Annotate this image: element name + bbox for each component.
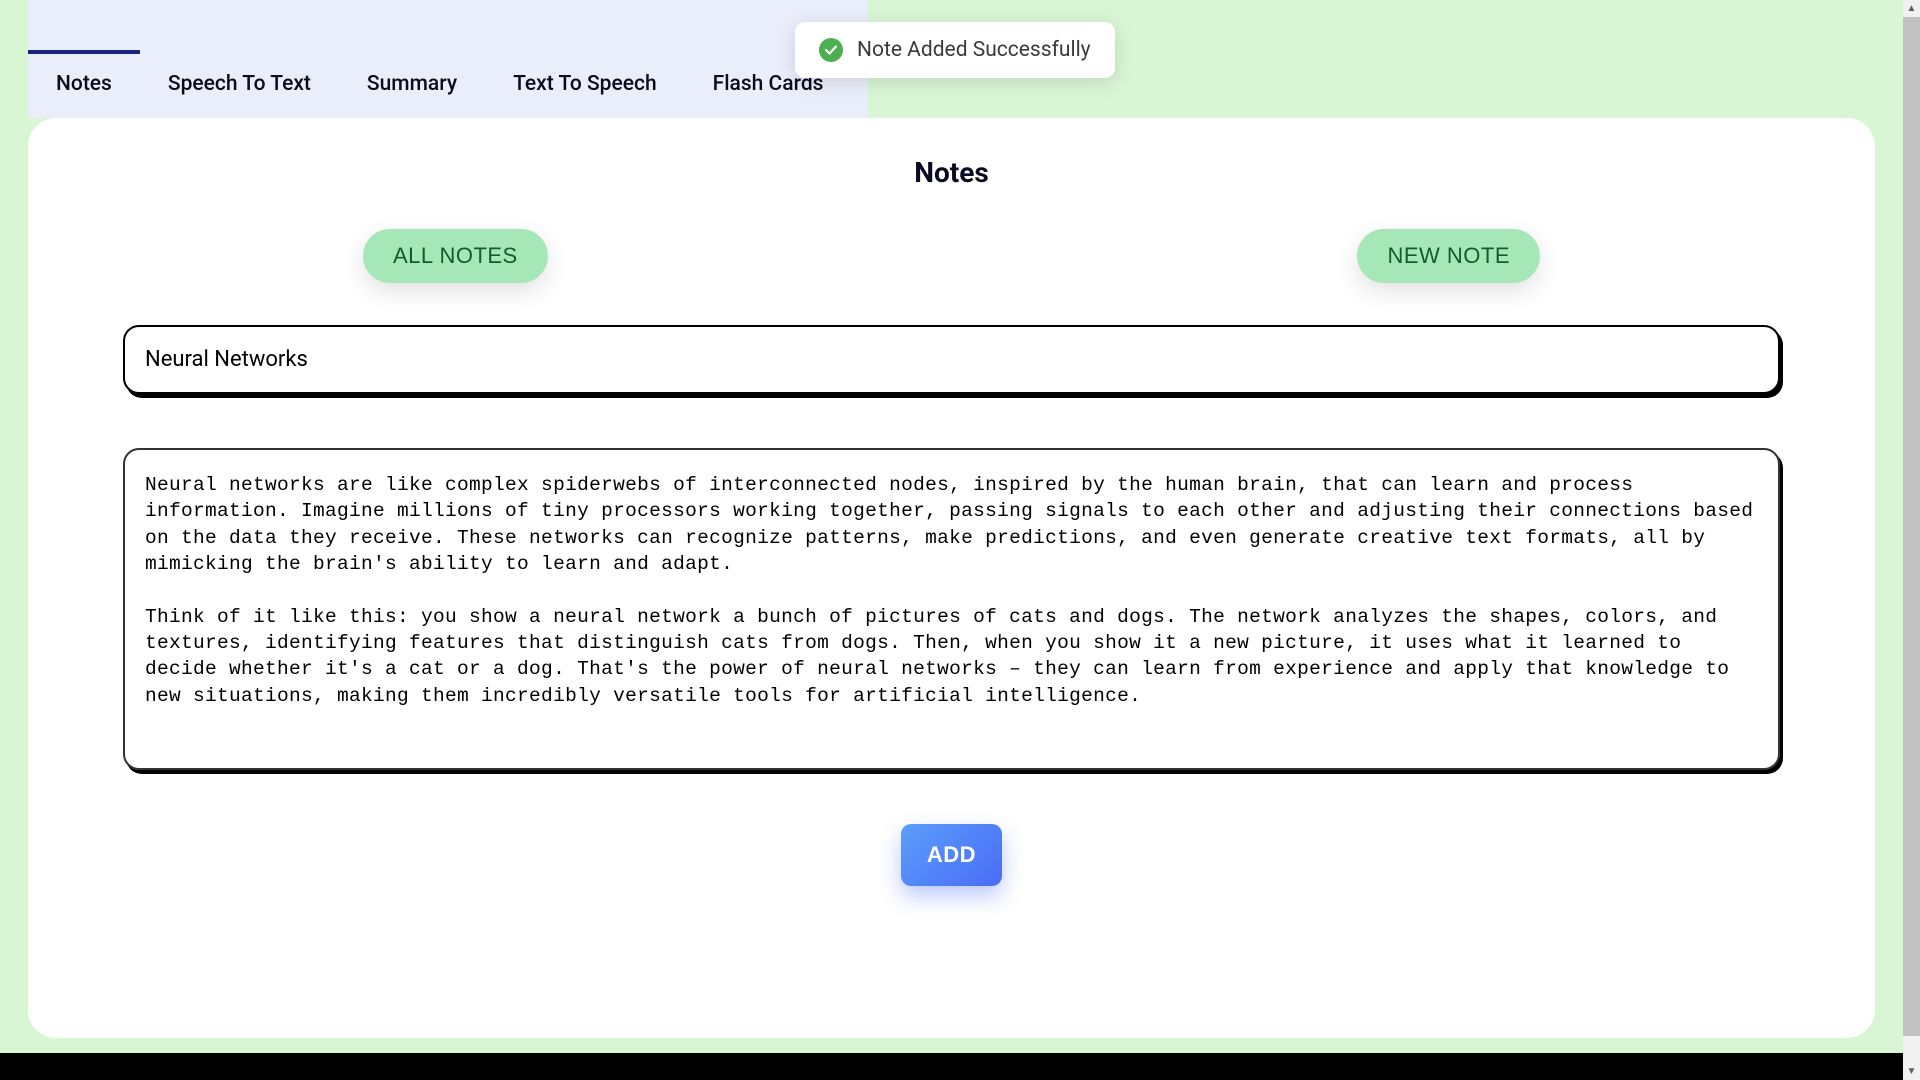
scrollbar-thumb[interactable] xyxy=(1903,17,1920,1036)
check-circle-icon xyxy=(819,38,843,62)
scroll-up-arrow-icon[interactable]: ▲ xyxy=(1903,0,1920,17)
scrollbar-track[interactable]: ▲ ▼ xyxy=(1903,0,1920,1080)
page-title: Notes xyxy=(28,156,1875,189)
tab-notes[interactable]: Notes xyxy=(28,50,140,118)
tab-speech-to-text[interactable]: Speech To Text xyxy=(140,50,339,118)
toast-message: Note Added Successfully xyxy=(857,38,1091,62)
all-notes-button[interactable]: ALL NOTES xyxy=(363,229,548,283)
notes-card: Notes ALL NOTES NEW NOTE ADD xyxy=(28,118,1875,1038)
pill-row: ALL NOTES NEW NOTE xyxy=(28,229,1875,283)
add-button[interactable]: ADD xyxy=(901,824,1002,886)
tabs-bar: Notes Speech To Text Summary Text To Spe… xyxy=(28,0,868,118)
note-content-textarea[interactable] xyxy=(123,448,1780,770)
toast-notification: Note Added Successfully xyxy=(795,22,1115,78)
scroll-down-arrow-icon[interactable]: ▼ xyxy=(1903,1063,1920,1080)
tab-text-to-speech[interactable]: Text To Speech xyxy=(485,50,685,118)
new-note-button[interactable]: NEW NOTE xyxy=(1357,229,1540,283)
footer-bar xyxy=(0,1053,1903,1080)
tab-summary[interactable]: Summary xyxy=(339,50,485,118)
note-title-input[interactable] xyxy=(123,325,1780,394)
